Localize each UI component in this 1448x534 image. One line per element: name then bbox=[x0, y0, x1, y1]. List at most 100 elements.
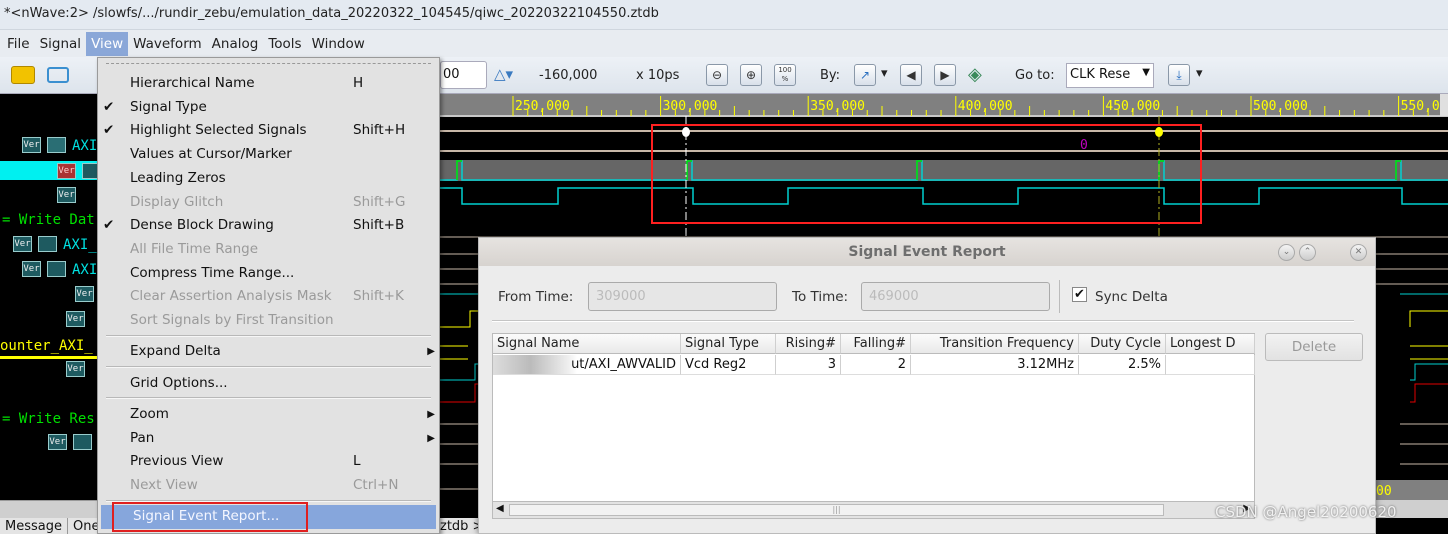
goto-label: Go to: bbox=[1015, 68, 1055, 83]
view-menu-item[interactable]: Leading Zeros bbox=[98, 167, 439, 191]
menu-tools[interactable]: Tools bbox=[263, 32, 306, 56]
view-menu-item[interactable]: ✔ Highlight Selected Signals Shift+H bbox=[98, 119, 439, 143]
ver-icon: Ver bbox=[75, 286, 94, 302]
tearoff-line[interactable] bbox=[106, 63, 431, 64]
maximize-icon[interactable]: ⌃ bbox=[1299, 244, 1316, 261]
column-header[interactable]: Signal Name bbox=[493, 334, 681, 354]
view-menu-item[interactable]: Compress Time Range... bbox=[98, 262, 439, 286]
view-menu-item[interactable]: Expand Delta ▶ bbox=[98, 340, 439, 364]
menu-item-shortcut: Shift+K bbox=[353, 288, 404, 305]
menu-window[interactable]: Window bbox=[307, 32, 370, 56]
view-menu-item[interactable]: ✔ Signal Type bbox=[98, 96, 439, 120]
delete-button[interactable]: Delete bbox=[1265, 333, 1363, 361]
dialog-title-bar[interactable]: Signal Event Report bbox=[479, 238, 1375, 266]
column-header[interactable]: Signal Type bbox=[681, 334, 776, 354]
table-cell[interactable]: Vcd Reg2 bbox=[681, 355, 776, 375]
divider bbox=[492, 320, 1354, 322]
menu-file[interactable]: File bbox=[2, 32, 35, 56]
table-cell[interactable]: ut/AXI_AWVALID bbox=[493, 355, 681, 375]
chevron-down-icon[interactable]: ▾ bbox=[1196, 66, 1203, 81]
column-header[interactable]: Longest D bbox=[1166, 334, 1255, 354]
minimize-icon[interactable]: ⌄ bbox=[1278, 244, 1295, 261]
chevron-down-icon[interactable]: ▾ bbox=[881, 66, 888, 81]
next-edge-icon[interactable]: ▶ bbox=[934, 64, 956, 86]
column-header[interactable]: Rising# bbox=[776, 334, 841, 354]
signal-label[interactable]: AXI bbox=[72, 262, 97, 278]
menu-item-label: Compress Time Range... bbox=[130, 264, 295, 281]
menu-separator bbox=[106, 334, 431, 337]
checkmark-icon: ✔ bbox=[103, 122, 115, 139]
menu-item-label: Values at Cursor/Marker bbox=[130, 146, 292, 163]
selected-signal-row bbox=[440, 160, 1448, 181]
table-horizontal-scrollbar[interactable]: ◀ ||| ▶ bbox=[493, 501, 1254, 518]
view-menu-item: All File Time Range bbox=[98, 238, 439, 262]
back-to-cursor-icon[interactable]: ◈ bbox=[968, 64, 992, 86]
ruler-tick-label: 00 bbox=[1376, 484, 1392, 499]
menu-view[interactable]: View bbox=[86, 31, 129, 56]
column-header[interactable]: Duty Cycle bbox=[1079, 334, 1166, 354]
signal-label[interactable]: ounter_AXI_ bbox=[0, 338, 93, 354]
rising-edge-icon[interactable]: ↗ bbox=[854, 64, 876, 86]
scroll-left-icon[interactable]: ◀ bbox=[496, 503, 504, 514]
ver-icon: Ver bbox=[66, 311, 85, 327]
zoom-100-icon[interactable]: 100 % bbox=[774, 64, 796, 86]
menu-item-label: Clear Assertion Analysis Mask bbox=[130, 288, 332, 305]
zoom-in-icon[interactable]: ⊕ bbox=[740, 64, 762, 86]
by-label: By: bbox=[820, 68, 841, 83]
table-cell[interactable]: 3 bbox=[776, 355, 841, 375]
view-menu-item[interactable]: Grid Options... bbox=[98, 372, 439, 396]
cursor-handle bbox=[682, 127, 690, 137]
submenu-arrow-icon: ▶ bbox=[427, 346, 435, 358]
submenu-arrow-icon: ▶ bbox=[427, 408, 435, 420]
table-cell[interactable] bbox=[1166, 355, 1255, 375]
view-menu-item[interactable]: Values at Cursor/Marker bbox=[98, 143, 439, 167]
ver-icon: Ver bbox=[48, 434, 67, 450]
chevron-down-icon: ▼ bbox=[1142, 67, 1150, 78]
view-menu-item[interactable]: Previous View L bbox=[98, 450, 439, 474]
selection-underline bbox=[0, 356, 97, 359]
menu-waveform[interactable]: Waveform bbox=[128, 32, 207, 56]
sync-delta-label: Sync Delta bbox=[1095, 289, 1168, 305]
menu-item-label: Next View bbox=[130, 477, 198, 493]
view-menu: Hierarchical Name H ✔ Signal Type ✔ Highlight… bbox=[97, 57, 440, 534]
download-icon[interactable]: ⤓ bbox=[1168, 64, 1190, 86]
marker-handle bbox=[1155, 127, 1163, 137]
tab-message[interactable]: Message bbox=[0, 518, 68, 534]
signal-event-report-dialog: Signal Event Report ⌄ ⌃ ✕ From Time: 309… bbox=[478, 237, 1376, 534]
menu-signal[interactable]: Signal bbox=[35, 32, 86, 56]
open-folder-icon[interactable] bbox=[11, 66, 35, 84]
view-menu-item[interactable]: Pan ▶ bbox=[98, 427, 439, 451]
column-header[interactable]: Transition Frequency bbox=[911, 334, 1079, 354]
sync-delta-checkbox[interactable]: ✔ bbox=[1072, 287, 1087, 302]
signal-event-table: Signal Name Signal Type Rising# Falling# Tra… bbox=[492, 333, 1255, 519]
signal-label[interactable]: AXI bbox=[72, 138, 97, 154]
divider bbox=[1059, 280, 1060, 313]
from-time-input[interactable]: 309000 bbox=[588, 282, 777, 311]
previous-edge-icon[interactable]: ◀ bbox=[900, 64, 922, 86]
view-menu-item[interactable]: ✔ Dense Block Drawing Shift+B bbox=[98, 214, 439, 238]
scrollbar-thumb[interactable]: ||| bbox=[509, 504, 1164, 516]
tab-file[interactable]: ztdb > bbox=[440, 518, 480, 534]
column-header[interactable]: Falling# bbox=[841, 334, 911, 354]
menu-analog[interactable]: Analog bbox=[207, 32, 264, 56]
group-label[interactable]: = Write Res bbox=[2, 411, 95, 427]
group-label[interactable]: = Write Dat bbox=[2, 212, 95, 228]
view-menu-item[interactable]: Hierarchical Name H bbox=[98, 72, 439, 96]
close-icon[interactable]: ✕ bbox=[1350, 244, 1367, 261]
table-cell[interactable]: 3.12MHz bbox=[911, 355, 1079, 375]
reload-icon[interactable] bbox=[47, 67, 69, 83]
view-menu-item[interactable]: Zoom ▶ bbox=[98, 403, 439, 427]
view-menu-item: Display Glitch Shift+G bbox=[98, 191, 439, 215]
view-menu-item[interactable]: Signal Event Report... bbox=[101, 502, 436, 533]
to-time-label: To Time: bbox=[792, 289, 849, 305]
to-time-input[interactable]: 469000 bbox=[861, 282, 1050, 311]
cursor-time-input[interactable]: 00 bbox=[440, 61, 487, 89]
menu-item-label: Grid Options... bbox=[130, 374, 228, 391]
goto-select[interactable]: CLK Rese ▼ bbox=[1066, 63, 1154, 88]
table-cell[interactable]: 2 bbox=[841, 355, 911, 375]
zoom-out-icon[interactable]: ⊖ bbox=[706, 64, 728, 86]
ver-icon: Ver bbox=[22, 261, 41, 277]
table-cell[interactable]: 2.5% bbox=[1079, 355, 1166, 375]
menubar: File Signal View Waveform Analog Tools W… bbox=[0, 30, 1448, 57]
signal-label[interactable]: AXI_ bbox=[63, 237, 97, 253]
